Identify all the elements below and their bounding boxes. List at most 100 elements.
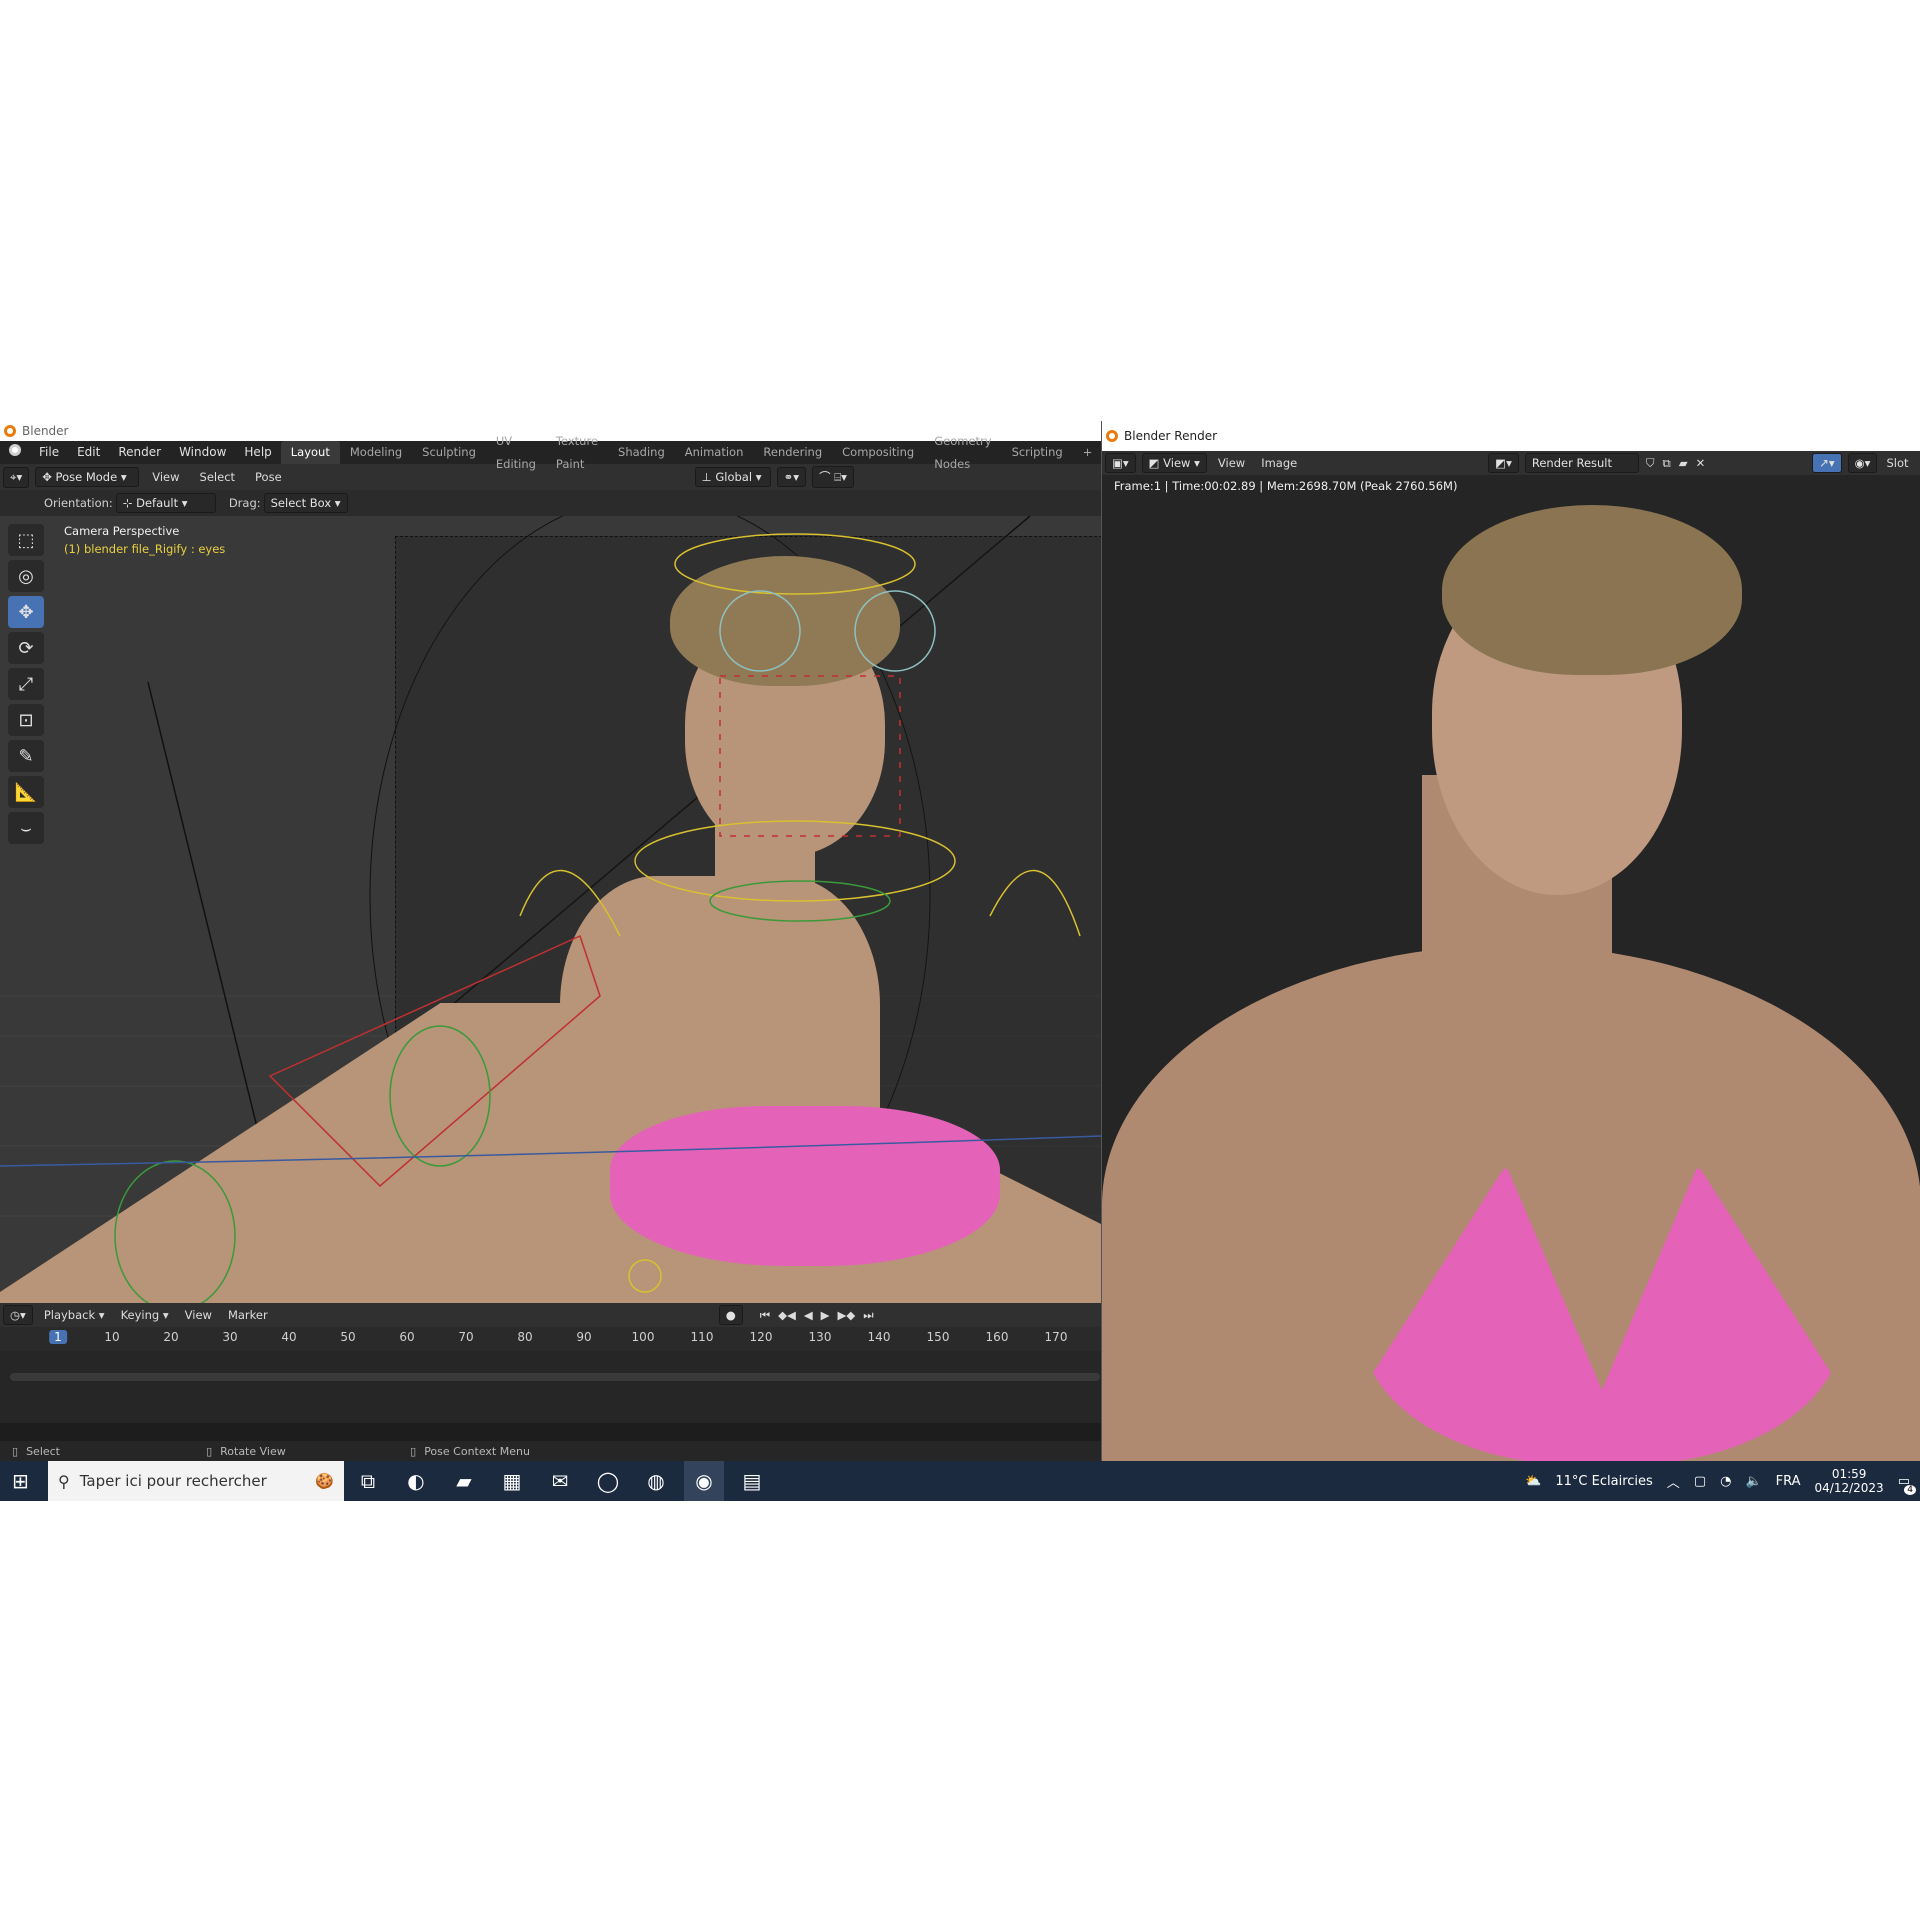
cursor-tool-icon[interactable]: ◎ — [8, 560, 44, 592]
image-editor-type-icon[interactable]: ▣▾ — [1105, 453, 1136, 473]
app-window-taskbar-icon[interactable]: ▤ — [732, 1461, 772, 1501]
3d-viewport[interactable]: ⬚ ◎ ✥ ⟳ ⤢ ⊡ ✎ 📐 ⌣ Camera Perspective (1)… — [0, 516, 1101, 1303]
snapping-icon[interactable]: ⌒ ⌸▾ — [812, 466, 854, 488]
show-hidden-icons-chevron-icon[interactable]: ︿ — [1667, 1472, 1680, 1491]
render-result-image[interactable]: Frame:1 | Time:00:02.89 | Mem:2698.70M (… — [1102, 475, 1920, 1461]
chrome-browser-icon[interactable]: ◍ — [636, 1461, 676, 1501]
header-menu-select[interactable]: Select — [190, 470, 245, 484]
taskbar-search-box[interactable]: ⚲ Taper ici pour rechercher 🍪 — [48, 1461, 344, 1501]
jump-end-icon[interactable]: ⏭ — [859, 1308, 877, 1323]
clock[interactable]: 01:59 04/12/2023 — [1815, 1467, 1884, 1495]
pivot-point-icon[interactable]: ⚭▾ — [776, 467, 807, 487]
transform-orientation-select[interactable]: ⊥ Global ▾ — [694, 467, 771, 487]
jump-keyframe-forward-icon[interactable]: ▶◆ — [834, 1308, 860, 1322]
menu-file[interactable]: File — [30, 441, 68, 464]
file-explorer-icon[interactable]: ▰ — [444, 1461, 484, 1501]
frame-tick: 80 — [517, 1330, 533, 1344]
network-wifi-icon[interactable]: ◔ — [1720, 1474, 1731, 1489]
timeline-menu-playback[interactable]: Playback ▾ — [36, 1308, 113, 1322]
tab-scripting[interactable]: Scripting — [1002, 441, 1073, 464]
input-language[interactable]: FRA — [1776, 1474, 1801, 1489]
rotate-tool-icon[interactable]: ⟳ — [8, 632, 44, 664]
tab-texture-paint[interactable]: Texture Paint — [546, 430, 608, 476]
windows-start-icon[interactable]: ⊞ — [12, 1469, 29, 1493]
mode-select-value: Pose Mode — [55, 470, 118, 484]
new-image-icon[interactable]: ⧉ — [1659, 456, 1675, 471]
volume-speaker-icon[interactable]: 🔈 — [1745, 1474, 1761, 1489]
tab-modeling[interactable]: Modeling — [340, 441, 412, 464]
editor-type-icon[interactable]: ⌖▾ — [3, 466, 30, 488]
tab-layout[interactable]: Layout — [280, 441, 340, 464]
fake-user-shield-icon[interactable]: ⛉ — [1642, 456, 1659, 471]
add-workspace-plus-icon[interactable]: + — [1073, 441, 1101, 464]
image-editor-header: ▣▾ ◩ View ▾ View Image ◩▾ Render Result … — [1102, 451, 1920, 475]
header-menu-view[interactable]: View — [142, 470, 189, 484]
timeline-menu-view[interactable]: View — [177, 1308, 220, 1322]
play-icon[interactable]: ▶ — [817, 1308, 834, 1322]
search-highlight-icon: 🍪 — [315, 1472, 334, 1490]
orientation-select[interactable]: ⊹ Default ▾ — [115, 493, 216, 513]
tab-sculpting[interactable]: Sculpting — [412, 441, 486, 464]
tab-animation[interactable]: Animation — [675, 441, 754, 464]
timeline-ruler[interactable]: 1 10 20 30 40 50 60 70 80 90 100 110 120… — [0, 1327, 1101, 1351]
drag-value: Select Box — [270, 496, 332, 510]
image-browse-icon[interactable]: ◩▾ — [1488, 453, 1519, 473]
sample-tool-icon[interactable]: ↗▾ — [1812, 453, 1842, 473]
tab-geometry-nodes[interactable]: Geometry Nodes — [924, 430, 1001, 476]
open-folder-icon[interactable]: ▰ — [1675, 456, 1692, 470]
annotate-tool-icon[interactable]: ✎ — [8, 740, 44, 772]
notification-center-icon[interactable]: ▭ 4 — [1898, 1474, 1916, 1495]
weather-icon[interactable]: ⛅ — [1525, 1474, 1541, 1489]
menu-help[interactable]: Help — [235, 441, 280, 464]
image-menu-view[interactable]: View — [1210, 456, 1253, 470]
relax-tool-icon[interactable]: ⌣ — [8, 812, 44, 844]
tab-uv-editing[interactable]: UV Editing — [486, 430, 546, 476]
blender-taskbar-icon[interactable]: ◉ — [684, 1461, 724, 1501]
timeline-scrollbar[interactable] — [10, 1373, 1100, 1381]
timeline-menu-marker[interactable]: Marker — [220, 1308, 276, 1322]
move-tool-icon[interactable]: ✥ — [8, 596, 44, 628]
neck-control-ellipse — [634, 820, 956, 902]
menu-window[interactable]: Window — [170, 441, 235, 464]
status-context-menu: Pose Context Menu — [424, 1444, 530, 1458]
transform-tool-icon[interactable]: ⊡ — [8, 704, 44, 736]
task-view-icon[interactable]: ⧉ — [348, 1461, 388, 1501]
mail-icon[interactable]: ✉ — [540, 1461, 580, 1501]
tab-compositing[interactable]: Compositing — [832, 441, 924, 464]
drag-select[interactable]: Select Box ▾ — [263, 493, 348, 513]
tool-shelf: ⬚ ◎ ✥ ⟳ ⤢ ⊡ ✎ 📐 ⌣ — [8, 524, 46, 848]
slot-label[interactable]: Slot — [1880, 456, 1914, 470]
image-menu-image[interactable]: Image — [1253, 456, 1305, 470]
image-view-mode-icon[interactable]: ◩ View ▾ — [1141, 453, 1207, 473]
jump-keyframe-back-icon[interactable]: ◆◀ — [774, 1308, 800, 1322]
jump-start-icon[interactable]: ⏮ — [756, 1308, 774, 1323]
measure-tool-icon[interactable]: 📐 — [8, 776, 44, 808]
frame-tick: 130 — [808, 1330, 832, 1344]
tab-rendering[interactable]: Rendering — [753, 441, 832, 464]
header-menu-pose[interactable]: Pose — [245, 470, 292, 484]
play-reverse-icon[interactable]: ◀ — [800, 1308, 817, 1322]
frame-tick: 140 — [867, 1330, 891, 1344]
timeline-editor-type-icon[interactable]: ◷▾ — [3, 1305, 33, 1325]
orientation-label: Orientation: — [44, 496, 113, 510]
unlink-image-x-icon[interactable]: ✕ — [1692, 456, 1710, 470]
auto-keying-record-icon[interactable]: ● — [718, 1305, 743, 1325]
blender-logo-menu-icon[interactable] — [0, 441, 30, 464]
select-box-tool-icon[interactable]: ⬚ — [8, 524, 44, 556]
armature-bones-overlay — [0, 533, 1101, 1303]
opera-browser-icon[interactable]: ◯ — [588, 1461, 628, 1501]
microsoft-store-icon[interactable]: ▦ — [492, 1461, 532, 1501]
timeline-menu-keying[interactable]: Keying ▾ — [113, 1308, 177, 1322]
mode-select[interactable]: ✥ Pose Mode ▾ — [35, 467, 140, 487]
current-frame-indicator[interactable]: 1 — [49, 1330, 67, 1344]
tab-shading[interactable]: Shading — [608, 441, 675, 464]
weather-text[interactable]: 11°C Eclaircies — [1555, 1474, 1652, 1489]
menu-edit[interactable]: Edit — [68, 441, 109, 464]
scale-tool-icon[interactable]: ⤢ — [8, 668, 44, 700]
menu-render[interactable]: Render — [109, 441, 170, 464]
frame-tick: 10 — [104, 1330, 120, 1344]
edge-browser-icon[interactable]: ◐ — [396, 1461, 436, 1501]
overlay-toggle-icon[interactable]: ◉▾ — [1847, 453, 1878, 473]
image-name-field[interactable]: Render Result — [1524, 453, 1639, 473]
meet-now-icon[interactable]: ▢ — [1694, 1474, 1706, 1489]
